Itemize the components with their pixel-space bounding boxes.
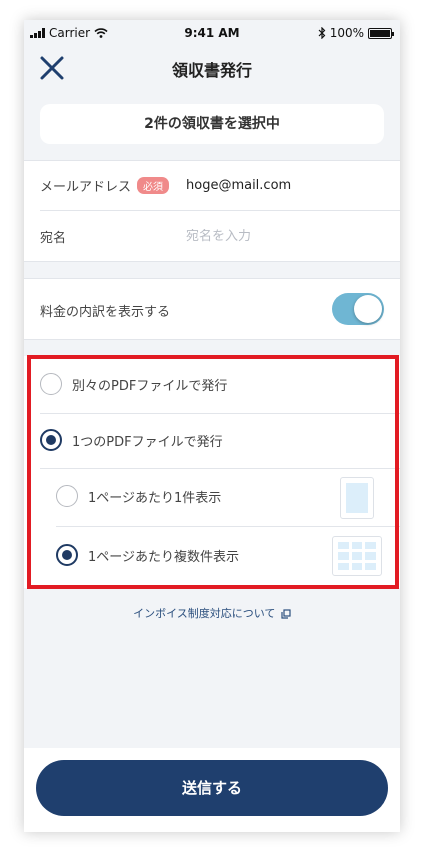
- radio-multi-per-page[interactable]: [56, 544, 78, 566]
- address-label: 宛名: [40, 230, 67, 246]
- address-row: 宛名: [40, 211, 400, 261]
- breakdown-toggle[interactable]: [332, 293, 384, 325]
- breakdown-setting: 料金の内訳を表示する: [24, 278, 400, 340]
- option-single-pdf-label: 1つのPDFファイルで発行: [72, 434, 223, 450]
- radio-single-pdf[interactable]: [40, 429, 62, 451]
- battery-icon: [368, 27, 394, 39]
- pdf-options: 別々のPDFファイルで発行 1つのPDFファイルで発行 1ページあたり1件表示 …: [24, 356, 400, 588]
- page-title: 領収書発行: [171, 61, 252, 80]
- bottom-bar: 送信する: [24, 748, 400, 832]
- bluetooth-icon: [318, 27, 326, 39]
- divider: [56, 526, 400, 527]
- multi-layout-thumbnail: [332, 536, 382, 576]
- external-link-icon: [281, 609, 291, 619]
- required-badge: 必須: [137, 177, 170, 194]
- send-button[interactable]: 送信する: [36, 760, 388, 816]
- option-one-per-page[interactable]: 1ページあたり1件表示: [56, 485, 221, 507]
- breakdown-label: 料金の内訳を表示する: [40, 305, 171, 320]
- option-single-pdf[interactable]: 1つのPDFファイルで発行: [40, 429, 223, 451]
- option-one-per-page-label: 1ページあたり1件表示: [88, 490, 222, 506]
- selection-summary: 2件の領収書を選択中: [40, 104, 384, 144]
- invoice-info-link[interactable]: インボイス制度対応について: [24, 605, 400, 621]
- radio-one-per-page[interactable]: [56, 485, 78, 507]
- option-separate-pdf-label: 別々のPDFファイルで発行: [72, 378, 228, 394]
- email-row: メールアドレス 必須 hoge@mail.com: [40, 161, 400, 211]
- single-layout-thumbnail: [340, 477, 374, 519]
- battery-percent: 100%: [329, 26, 364, 40]
- option-multi-per-page-label: 1ページあたり複数件表示: [88, 549, 240, 565]
- email-label: メールアドレス: [40, 180, 132, 195]
- app-screen: Carrier 9:41 AM 100% 領収書発行 2件の領収書を選択中 メー…: [24, 20, 400, 832]
- option-multi-per-page[interactable]: 1ページあたり複数件表示: [56, 544, 239, 566]
- radio-separate-pdf[interactable]: [40, 373, 62, 395]
- invoice-link-label: インボイス制度対応について: [133, 607, 276, 620]
- nav-bar: 領収書発行: [24, 46, 400, 88]
- divider: [40, 413, 400, 414]
- option-separate-pdf[interactable]: 別々のPDFファイルで発行: [40, 373, 227, 395]
- status-bar: Carrier 9:41 AM 100%: [24, 20, 400, 46]
- divider: [40, 468, 400, 469]
- email-field[interactable]: hoge@mail.com: [186, 178, 291, 193]
- toggle-knob: [354, 295, 382, 323]
- address-input[interactable]: [186, 228, 376, 244]
- recipient-form: メールアドレス 必須 hoge@mail.com 宛名: [24, 160, 400, 262]
